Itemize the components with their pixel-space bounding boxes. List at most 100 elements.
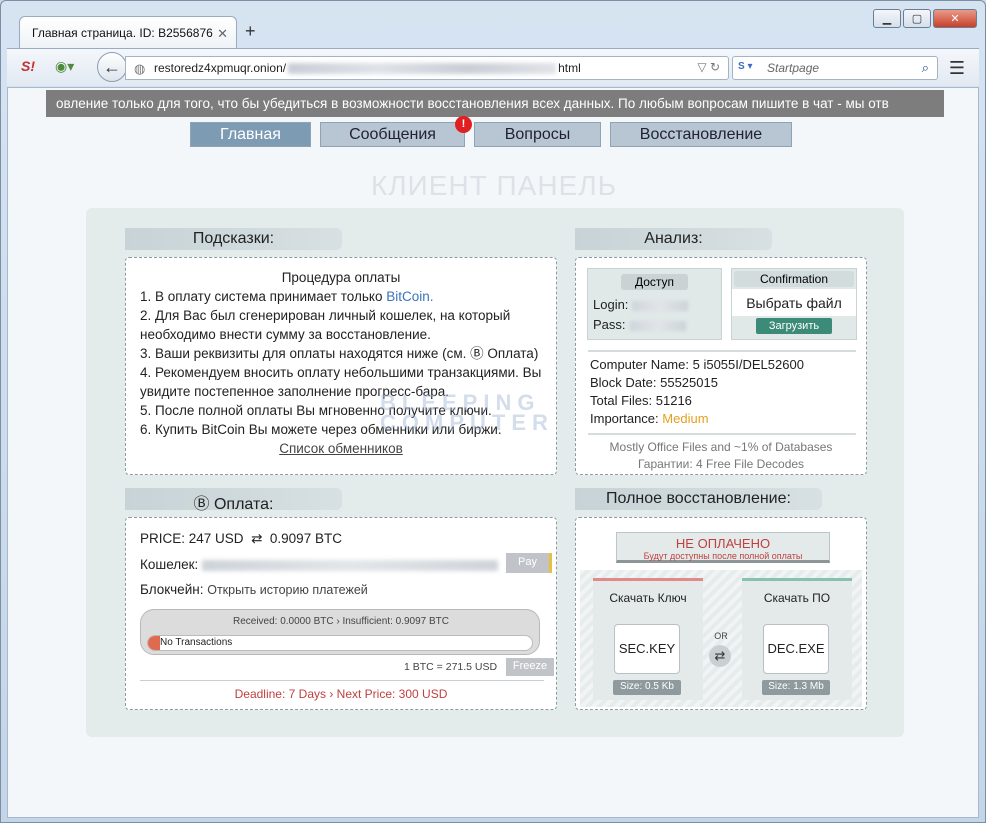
back-arrow-icon[interactable]: ← — [97, 52, 127, 82]
blockchain-row: Блокчейн: Открыть историю платежей — [140, 582, 368, 597]
menu-questions[interactable]: Вопросы — [474, 122, 601, 147]
or-label: OR — [714, 631, 728, 641]
progress-status: Received: 0.0000 BTC › Insufficient: 0.9… — [232, 616, 450, 627]
payment-progress: Received: 0.0000 BTC › Insufficient: 0.9… — [140, 609, 540, 655]
menu-home[interactable]: Главная — [190, 122, 311, 147]
price-row: PRICE: 247 USD ⇄ 0.9097 BTC — [140, 531, 342, 546]
not-paid-status: НЕ ОПЛАЧЕНО — [675, 536, 771, 551]
navigation-toolbar: S! ◉▾ ← ◍ restoredz4xpmuqr.onion/html ▽ … — [7, 48, 979, 86]
download-software-label: Скачать ПО — [763, 591, 831, 605]
analysis-notes: Mostly Office Files and ~1% of Databases… — [576, 439, 866, 473]
swap-arrows-icon: ⇄ — [709, 645, 731, 667]
menu-messages[interactable]: Сообщения ! — [320, 116, 472, 147]
analysis-divider — [588, 350, 856, 352]
exchangers-link[interactable]: Список обменников — [140, 439, 542, 458]
tab-close-icon[interactable]: ✕ — [217, 26, 228, 42]
recovery-header: Полное восстановление: — [575, 488, 822, 510]
url-redacted — [288, 63, 557, 75]
downloads-area: Скачать Ключ SEC.KEY Size: 0.5 Kb OR ⇄ С… — [580, 570, 862, 707]
analysis-header: Анализ: — [575, 228, 772, 250]
upload-button[interactable]: Загрузить — [756, 318, 832, 334]
payment-divider — [140, 680, 544, 681]
access-block: Доступ Login: Pass: — [587, 268, 722, 340]
browser-window: ▁ ▢ ✕ Главная страница. ID: B2556876 ✕ +… — [0, 0, 986, 823]
pass-row: Pass: — [588, 314, 721, 334]
total-files-row: Total Files: 51216 — [590, 393, 692, 408]
hint-line-4: 4. Рекомендуем вносить оплату небольшими… — [140, 365, 542, 399]
deadline-text: Deadline: 7 Days › Next Price: 300 USD — [234, 687, 448, 701]
search-icon[interactable]: ⌕ — [922, 60, 929, 76]
close-window-icon[interactable]: ✕ — [933, 9, 977, 28]
block-date-row: Block Date: 55525015 — [590, 375, 718, 390]
download-key-card: Скачать Ключ SEC.KEY Size: 0.5 Kb — [593, 578, 703, 700]
page-viewport: овление только для того, что бы убедитьс… — [7, 87, 979, 818]
hints-header: Подсказки: — [125, 228, 342, 250]
exchange-rate: 1 BTC = 271.5 USD — [404, 661, 498, 673]
window-controls: ▁ ▢ ✕ — [873, 9, 977, 28]
progress-fill — [148, 636, 160, 650]
exe-size: Size: 1.3 Mb — [762, 680, 830, 695]
hints-box: Процедура оплаты 1. В оплату система при… — [125, 257, 557, 475]
search-engine-icon[interactable]: S ▾ — [738, 61, 760, 75]
payment-header: Ⓑ Оплата: — [125, 488, 342, 513]
blockchain-history-link[interactable]: Открыть историю платежей — [207, 583, 368, 597]
search-placeholder: Startpage — [767, 61, 820, 75]
login-row: Login: — [588, 290, 721, 314]
payment-box: PRICE: 247 USD ⇄ 0.9097 BTC Кошелек: Pay… — [125, 517, 557, 710]
access-label: Доступ — [621, 274, 688, 290]
hamburger-menu-icon[interactable]: ☰ — [949, 58, 965, 79]
maximize-icon[interactable]: ▢ — [903, 9, 931, 28]
client-panel: Подсказки: Процедура оплаты 1. В оплату … — [86, 208, 904, 737]
messages-alert-badge: ! — [455, 116, 472, 133]
download-key-label: Скачать Ключ — [609, 591, 687, 605]
new-tab-icon[interactable]: + — [245, 21, 256, 42]
address-bar[interactable]: ◍ restoredz4xpmuqr.onion/html ▽ ↻ — [125, 56, 729, 80]
pay-button[interactable]: Pay — [506, 553, 552, 573]
importance-row: Importance: Medium — [590, 411, 709, 426]
hint-line-6: 6. Купить BitCoin Вы можете через обменн… — [140, 422, 502, 437]
download-software-card: Скачать ПО DEC.EXE Size: 1.3 Mb — [742, 578, 852, 700]
menu-messages-label: Сообщения — [349, 126, 436, 143]
minimize-icon[interactable]: ▁ — [873, 9, 901, 28]
hint-line-1: 1. В оплату система принимает только Bit… — [140, 289, 434, 304]
key-size: Size: 0.5 Kb — [613, 680, 681, 695]
no-transactions-label: No Transactions — [160, 637, 233, 648]
addon-icon[interactable]: S! — [21, 58, 35, 74]
login-redacted — [632, 300, 689, 311]
pass-redacted — [629, 320, 686, 331]
dec-exe-button[interactable]: DEC.EXE — [763, 624, 829, 674]
sec-key-button[interactable]: SEC.KEY — [614, 624, 680, 674]
tab-title: Главная страница. ID: B2556876 — [32, 26, 213, 40]
confirmation-block: Confirmation Выбрать файл Загрузить — [731, 268, 857, 340]
main-menu: Главная Сообщения ! Вопросы Восстановлен… — [190, 116, 801, 147]
confirmation-label: Confirmation — [734, 271, 854, 287]
choose-file-button[interactable]: Выбрать файл — [732, 289, 856, 316]
analysis-details: Computer Name: 5 i5055I/DEL52600 Block D… — [590, 356, 860, 428]
onion-icon[interactable]: ◉▾ — [55, 58, 74, 75]
ticker-message: овление только для того, что бы убедитьс… — [46, 90, 944, 117]
globe-icon: ◍ — [134, 61, 146, 76]
menu-recovery[interactable]: Восстановление — [610, 122, 792, 147]
reload-icon[interactable]: ▽ ↻ — [697, 60, 720, 74]
wallet-redacted — [202, 559, 499, 571]
browser-tab[interactable]: Главная страница. ID: B2556876 ✕ — [19, 16, 237, 49]
analysis-box: Доступ Login: Pass: Confirmation Выбрать… — [575, 257, 867, 475]
url-suffix: html — [558, 61, 581, 75]
page-title: КЛИЕНТ ПАНЕЛЬ — [370, 170, 618, 201]
search-bar[interactable]: S ▾ Startpage ⌕ — [732, 56, 938, 80]
analysis-divider-2 — [588, 433, 856, 435]
hint-line-3: 3. Ваши реквизиты для оплаты находятся н… — [140, 346, 539, 361]
computer-name-row: Computer Name: 5 i5055I/DEL52600 — [590, 357, 804, 372]
analysis-note-2: Гарантии: 4 Free File Decodes — [637, 457, 805, 471]
hints-title: Процедура оплаты — [281, 270, 401, 285]
url-prefix: restoredz4xpmuqr.onion/ — [154, 61, 287, 75]
progress-track: No Transactions — [147, 635, 533, 651]
recovery-box: НЕ ОПЛАЧЕНО Будут доступны после полной … — [575, 517, 867, 710]
hint-line-2: 2. Для Вас был сгенерирован личный кошел… — [140, 308, 511, 342]
payment-status-panel: НЕ ОПЛАЧЕНО Будут доступны после полной … — [616, 532, 830, 563]
wallet-row: Кошелек: — [140, 556, 499, 574]
hint-line-5: 5. После полной оплаты Вы мгновенно полу… — [140, 403, 492, 418]
not-paid-substatus: Будут доступны после полной оплаты — [643, 551, 803, 561]
freeze-button[interactable]: Freeze — [506, 658, 554, 676]
analysis-note-1: Mostly Office Files and ~1% of Databases — [609, 440, 833, 454]
